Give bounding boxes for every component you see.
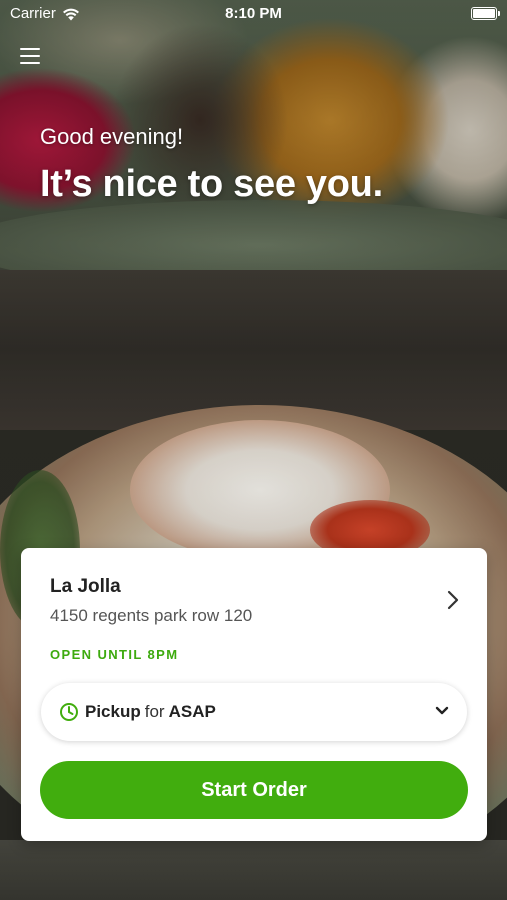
chevron-down-icon [435, 706, 449, 715]
clock-icon [60, 703, 78, 721]
welcome-tagline: It’s nice to see you. [40, 163, 383, 205]
status-bar: Carrier 8:10 PM [0, 0, 507, 28]
menu-icon[interactable] [20, 48, 40, 66]
hours-status: OPEN UNTIL 8PM [50, 647, 179, 662]
location-selector[interactable]: La Jolla 4150 regents park row 120 OPEN … [21, 548, 487, 668]
order-timing: ASAP [168, 702, 216, 721]
location-address: 4150 regents park row 120 [50, 606, 253, 625]
chevron-right-icon [447, 590, 459, 610]
order-mode: Pickup [85, 702, 141, 721]
battery-icon [471, 7, 500, 20]
status-time: 8:10 PM [225, 5, 282, 22]
greeting-text: Good evening! [40, 124, 184, 149]
location-card: La Jolla 4150 regents park row 120 OPEN … [21, 548, 487, 841]
pickup-connector: for [144, 702, 165, 721]
start-order-button[interactable]: Start Order [40, 761, 468, 819]
pickup-summary: Pickup for ASAP [85, 702, 216, 722]
location-name: La Jolla [50, 576, 121, 597]
pickup-time-dropdown[interactable]: Pickup for ASAP [41, 683, 467, 741]
